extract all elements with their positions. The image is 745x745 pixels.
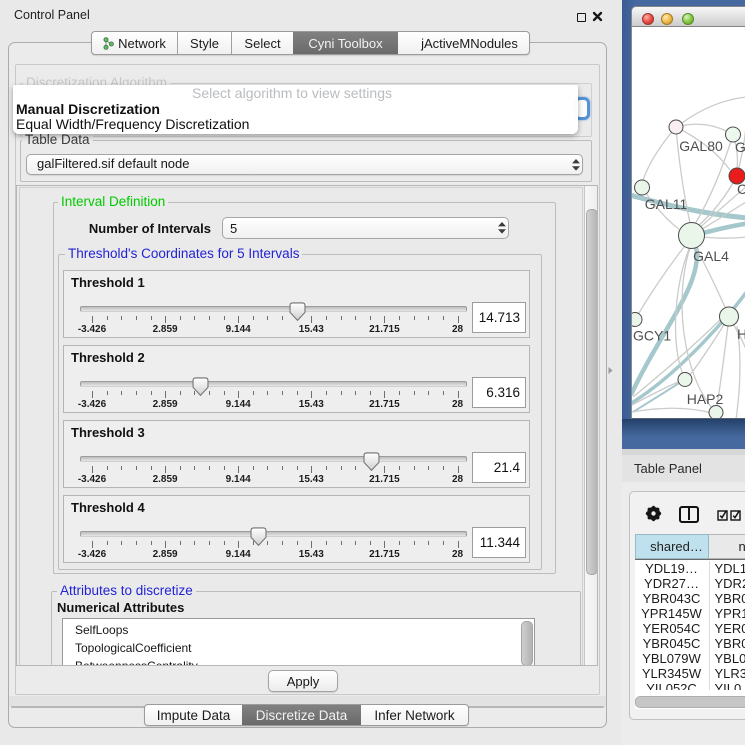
svg-text:GAL11: GAL11 bbox=[645, 196, 688, 212]
svg-text:GCY1: GCY1 bbox=[633, 328, 671, 344]
svg-text:GAL1: GAL1 bbox=[735, 139, 745, 155]
svg-text:HAP2: HAP2 bbox=[687, 391, 724, 407]
svg-text:HI: HI bbox=[737, 326, 745, 342]
svg-text:CY: CY bbox=[737, 181, 745, 197]
svg-text:GAL80: GAL80 bbox=[679, 138, 723, 154]
svg-text:GAL4: GAL4 bbox=[693, 248, 729, 264]
